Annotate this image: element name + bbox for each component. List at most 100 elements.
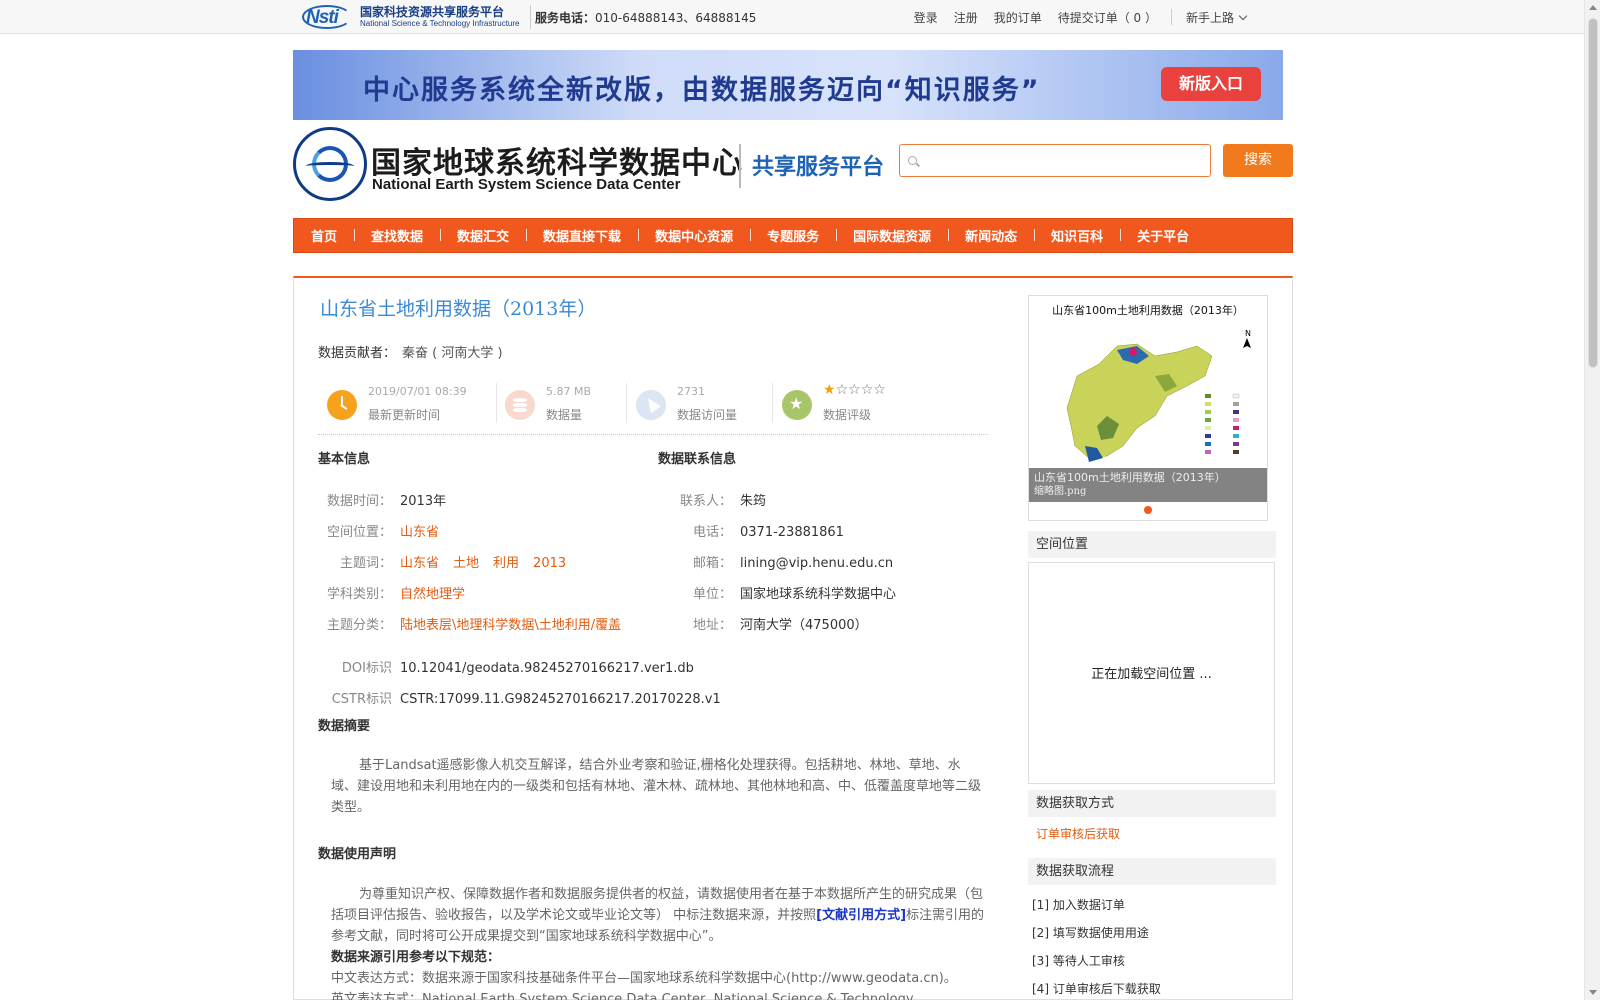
- page-scrollbar[interactable]: [1584, 0, 1600, 1000]
- main-nav: 首页 查找数据 数据汇交 数据直接下载 数据中心资源 专题服务 国际数据资源 新…: [293, 218, 1293, 253]
- contributor: 数据贡献者： 秦奋 ( 河南大学 ): [318, 342, 503, 361]
- nav-data-submit[interactable]: 数据汇交: [440, 226, 526, 245]
- keyword-link[interactable]: 2013: [533, 556, 566, 571]
- visits-label: 数据访问量: [677, 408, 738, 422]
- chevron-down-icon: [1238, 11, 1248, 20]
- dataset-thumbnail[interactable]: 山东省100m土地利用数据（2013年） N 山东省100m土地利用数据（201…: [1028, 295, 1268, 521]
- visits-value: 2731: [677, 385, 705, 398]
- contact-email-value[interactable]: lining@vip.henu.edu.cn: [740, 556, 893, 571]
- usage-text: 为尊重知识产权、保障数据作者和数据服务提供者的权益，请数据使用者在基于本数据所产…: [331, 884, 986, 1000]
- contact-addr-row: 地址： 河南大学（475000）: [660, 614, 868, 633]
- nav-international-resources[interactable]: 国际数据资源: [836, 226, 948, 245]
- nav-home[interactable]: 首页: [294, 226, 354, 245]
- nsti-logo[interactable]: Nsti 国家科技资源共享服务平台 National Science & Tec…: [300, 3, 531, 31]
- category-row: 主题分类： 陆地表层\地理科学数据\土地利用/覆盖: [318, 614, 621, 633]
- category-label: 主题分类：: [326, 618, 392, 633]
- top-links-divider: [1170, 9, 1172, 25]
- category-link[interactable]: 陆地表层\地理科学数据\土地利用/覆盖: [400, 618, 621, 633]
- cstr-value: CSTR:17099.11.G98245270166217.20170228.v…: [400, 692, 721, 707]
- space-link[interactable]: 山东省: [400, 525, 439, 540]
- access-method-link[interactable]: 订单审核后获取: [1036, 825, 1120, 842]
- nav-direct-download[interactable]: 数据直接下载: [526, 226, 638, 245]
- svg-text:N: N: [1245, 329, 1251, 338]
- discipline-row: 学科类别： 自然地理学: [318, 583, 465, 602]
- register-link[interactable]: 注册: [946, 9, 986, 26]
- promo-banner[interactable]: 中心服务系统全新改版，由数据服务迈向“知识服务” 新版入口: [293, 50, 1283, 120]
- keyword-link[interactable]: 利用: [493, 556, 519, 571]
- login-link[interactable]: 登录: [906, 9, 946, 26]
- thumbnail-caption: 山东省100m土地利用数据（2013年） 缩略图.png: [1029, 468, 1267, 502]
- nsti-logo-mark: Nsti: [300, 4, 352, 30]
- contact-phone-label: 电话：: [692, 525, 732, 540]
- citation-cn: 中文表达方式：数据来源于国家科技基础条件平台—国家地球系统科学数据中心(http…: [331, 971, 957, 986]
- keywords-label: 主题词：: [339, 556, 392, 571]
- spatial-loading-text: 正在加载空间位置 ...: [1091, 667, 1212, 682]
- discipline-link[interactable]: 自然地理学: [400, 587, 465, 602]
- abstract-body: 基于Landsat遥感影像人机交互解译，结合外业考察和验证,栅格化处理获得。包括…: [331, 758, 982, 815]
- phone-numbers: 010-64888143、64888145: [595, 11, 757, 25]
- updated-label: 最新更新时间: [368, 408, 441, 422]
- contact-addr-label: 地址：: [692, 618, 732, 633]
- basic-info-heading: 基本信息: [318, 452, 371, 467]
- contributor-label: 数据贡献者：: [318, 346, 397, 361]
- keywords-row: 主题词： 山东省 土地 利用 2013: [318, 552, 580, 571]
- rating-stars: ★☆☆☆☆: [823, 382, 886, 398]
- nav-center-resources[interactable]: 数据中心资源: [638, 226, 750, 245]
- nav-about[interactable]: 关于平台: [1120, 226, 1206, 245]
- contact-info-heading: 数据联系信息: [658, 452, 737, 467]
- cstr-label: CSTR标识: [331, 692, 392, 707]
- keyword-link[interactable]: 土地: [453, 556, 479, 571]
- search-input[interactable]: [899, 144, 1211, 177]
- contact-person-row: 联系人： 朱筠: [660, 490, 766, 509]
- process-heading: 数据获取流程: [1028, 858, 1276, 885]
- site-name-en: National Earth System Science Data Cente…: [372, 176, 681, 193]
- process-step-3: [3] 等待人工审核: [1032, 954, 1125, 968]
- new-version-button[interactable]: 新版入口: [1161, 67, 1261, 101]
- citation-en: 英文表达方式：National Earth System Science Dat…: [331, 992, 914, 1000]
- contact-email-row: 邮箱： lining@vip.henu.edu.cn: [660, 552, 893, 571]
- doi-value: 10.12041/geodata.98245270166217.ver1.db: [400, 661, 694, 676]
- data-time-label: 数据时间：: [326, 494, 392, 509]
- star-empty-icon: ☆: [860, 382, 874, 398]
- contact-org-label: 单位：: [692, 587, 732, 602]
- nav-news[interactable]: 新闻动态: [948, 226, 1034, 245]
- newbie-dropdown[interactable]: 新手上路: [1178, 9, 1254, 26]
- search-button[interactable]: 搜索: [1223, 144, 1293, 177]
- discipline-label: 学科类别：: [326, 587, 392, 602]
- keyword-link[interactable]: 山东省: [400, 556, 439, 571]
- stat-size: 5.87 MB 数据量: [496, 380, 627, 425]
- my-orders-link[interactable]: 我的订单: [986, 9, 1050, 26]
- nsti-logo-en: National Science & Technology Infrastruc…: [360, 19, 520, 28]
- pending-orders-link[interactable]: 待提交订单（ 0 ）: [1050, 9, 1165, 26]
- nav-knowledge[interactable]: 知识百科: [1034, 226, 1120, 245]
- scrollbar-thumb[interactable]: [1588, 18, 1598, 368]
- keywords-list: 山东省 土地 利用 2013: [400, 556, 580, 571]
- size-value: 5.87 MB: [546, 385, 592, 398]
- scroll-up-arrow-icon[interactable]: [1589, 5, 1597, 10]
- carousel-dot[interactable]: [1144, 506, 1152, 514]
- contact-org-value: 国家地球系统科学数据中心: [740, 587, 897, 602]
- doi-label: DOI标识: [341, 661, 392, 676]
- source-heading: 数据来源引用参考以下规范：: [331, 950, 501, 965]
- clock-icon: [327, 390, 357, 420]
- contact-person-label: 联系人：: [679, 494, 732, 509]
- scroll-down-arrow-icon[interactable]: [1589, 990, 1597, 995]
- nav-topic-services[interactable]: 专题服务: [750, 226, 836, 245]
- search-icon: [908, 156, 917, 165]
- citation-format-link[interactable]: [文献引用方式]: [816, 908, 906, 923]
- contact-phone-value: 0371-23881861: [740, 525, 844, 540]
- rating-label: 数据评级: [823, 408, 872, 422]
- thumbnail-caption-file: 缩略图.png: [1034, 486, 1087, 497]
- star-empty-icon: ☆: [873, 382, 886, 398]
- spatial-map-panel[interactable]: 正在加载空间位置 ...: [1028, 562, 1275, 784]
- nav-find-data[interactable]: 查找数据: [354, 226, 440, 245]
- process-step-4: [4] 订单审核后下载获取: [1032, 982, 1161, 996]
- spatial-heading: 空间位置: [1028, 531, 1276, 558]
- dataset-stats: 2019/07/01 08:39 最新更新时间 5.87 MB 数据量 2731…: [318, 380, 988, 435]
- usage-heading: 数据使用声明: [318, 847, 397, 862]
- nsti-logo-cn: 国家科技资源共享服务平台: [360, 5, 505, 19]
- space-row: 空间位置： 山东省: [318, 521, 439, 540]
- star-empty-icon: ☆: [848, 382, 861, 398]
- data-center-emblem-icon[interactable]: [293, 127, 367, 201]
- stat-updated: 2019/07/01 08:39 最新更新时间: [318, 380, 497, 425]
